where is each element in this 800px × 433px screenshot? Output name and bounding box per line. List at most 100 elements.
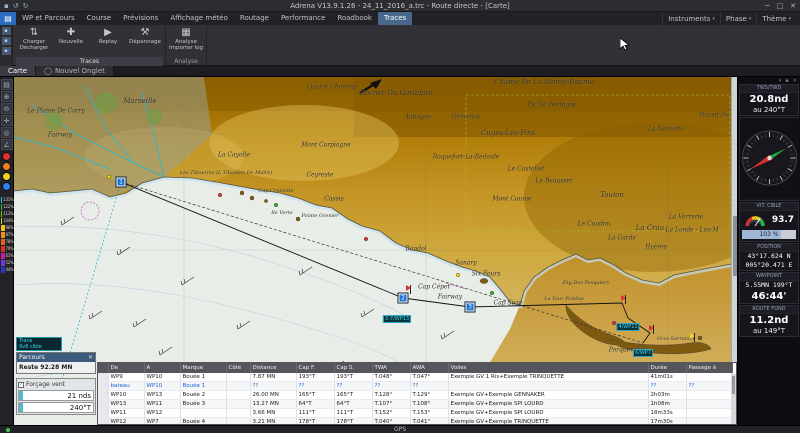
instrument-sidebar: ▾ ▪ ✕ TWS/TWD 20.8nd au 240°T	[737, 77, 800, 425]
table-cell: 111°T	[296, 409, 334, 418]
settings-icon[interactable]: ▪	[785, 78, 788, 84]
pan-tool[interactable]: ✛	[1, 115, 13, 126]
column-header-voiles[interactable]: Voiles	[448, 363, 648, 373]
zoom-in-tool[interactable]: ⊕	[1, 91, 13, 102]
app-menu-button[interactable]: ▤	[0, 12, 16, 25]
column-header-marque[interactable]: Marque	[180, 363, 226, 373]
menu-instruments[interactable]: Instruments▾	[662, 12, 720, 25]
ribbon-button-d-pannage[interactable]: ⚒Dépannage	[127, 26, 163, 46]
table-scrollbar-thumb[interactable]	[732, 376, 735, 394]
menu-tab-traces[interactable]: Traces	[378, 12, 412, 25]
redo-icon[interactable]: ↻	[23, 0, 29, 12]
compass-panel[interactable]	[739, 117, 799, 201]
menu-tab-affichage-m-t-o[interactable]: Affichage météo	[164, 12, 234, 25]
table-cell: T.128°	[372, 391, 410, 400]
route-fond-panel[interactable]: ROUTE FOND 11.2nd au 149°T	[739, 305, 799, 337]
column-header-awa[interactable]: AWA	[410, 363, 448, 373]
close-button[interactable]: ✕	[790, 2, 796, 10]
wind-speed-input[interactable]: 21 nds	[18, 390, 94, 401]
collapse-icon[interactable]: ✕	[793, 78, 797, 84]
column-header-twa[interactable]: TWA	[372, 363, 410, 373]
close-icon[interactable]: ✕	[88, 353, 93, 362]
quick-icon-2[interactable]: ▪	[2, 37, 11, 45]
chart-place-label: Cassis	[324, 196, 343, 203]
waypoint-marker-3[interactable]: 3	[466, 303, 475, 312]
chart-place-label: Pointe Grenier	[301, 213, 338, 219]
table-cell: WP7	[144, 418, 180, 426]
measure-tool[interactable]: ∠	[1, 139, 13, 150]
menu-tab-wp-et-parcours[interactable]: WP et Parcours	[16, 12, 81, 25]
quick-color-button-1[interactable]	[2, 162, 11, 171]
table-row[interactable]: bateauWP10Bouée 1??????????????	[98, 382, 732, 391]
chart-place-label: Ile Verte	[271, 210, 293, 216]
table-cell: 7.87 MN	[250, 373, 296, 382]
menu-tab-roadbook[interactable]: Roadbook	[331, 12, 378, 25]
tws-twd-panel[interactable]: TWS/TWD 20.8nd au 240°T	[739, 84, 799, 116]
center-boat-tool[interactable]: ◎	[1, 127, 13, 138]
column-header-passage[interactable]: Passage à	[686, 363, 732, 373]
waypoint-marker-1[interactable]: 1	[117, 178, 126, 187]
ribbon-button-replay[interactable]: ▶Replay	[90, 26, 126, 46]
column-header-cap-f[interactable]: Cap F.	[296, 363, 334, 373]
quick-color-button-2[interactable]	[2, 172, 11, 181]
menu-phase[interactable]: Phase▾	[720, 12, 756, 25]
menu-tab-pr-visions[interactable]: Prévisions	[117, 12, 164, 25]
chart-place-label: Quatre Chemins	[307, 84, 357, 91]
column-header-distance[interactable]: Distance	[250, 363, 296, 373]
target-speed-panel[interactable]: VIT. CIBLE 93.7 103 %	[739, 202, 799, 242]
save-icon[interactable]: ▪	[4, 0, 9, 12]
table-cell: WP13	[108, 400, 144, 409]
column-header-cap-s[interactable]: Cap S.	[334, 363, 372, 373]
zoom-out-tool[interactable]: ⊖	[1, 103, 13, 114]
table-row[interactable]: WP11WP123.66 MN111°T111°TT.152°T.153°Exe…	[98, 409, 732, 418]
replay-icon: ▶	[104, 27, 112, 39]
doc-tab-carte[interactable]: Carte	[0, 66, 36, 76]
waypoint-panel[interactable]: WAYPOINT 5.55MN 199°T 46:44'	[739, 272, 799, 304]
table-scrollbar[interactable]	[731, 374, 736, 424]
wind-direction-input[interactable]: 240°T	[18, 402, 94, 413]
quick-color-button-0[interactable]	[2, 152, 11, 161]
doc-tab-nouvel-onglet[interactable]: ◯Nouvel Onglet	[36, 66, 114, 76]
waypoint-marker-2[interactable]: 2	[399, 294, 408, 303]
pin-icon[interactable]: ▾	[779, 78, 782, 84]
ribbon-button-analyse-importer-log[interactable]: ▦Analyse Importer log	[168, 26, 204, 52]
row-selector[interactable]	[98, 409, 108, 418]
menu-tab-course[interactable]: Course	[81, 12, 117, 25]
minimize-button[interactable]: ─	[765, 2, 769, 10]
ribbon-button-charger-d-charger[interactable]: ⇅Charger Décharger	[16, 26, 52, 52]
table-cell: WP11	[144, 400, 180, 409]
ribbon-button-nouvelle[interactable]: ✚Nouvelle	[53, 26, 89, 46]
analyse-importer-log-icon: ▦	[181, 27, 190, 39]
table-row[interactable]: WP9WP10Bouée 17.87 MN193°T193°TT.048°T.0…	[98, 373, 732, 382]
menu-th-me[interactable]: Thème▾	[756, 12, 796, 25]
row-selector[interactable]	[98, 373, 108, 382]
wind-override-checkbox[interactable]: ✓	[18, 382, 24, 388]
quick-icon-1[interactable]: ▪	[2, 27, 11, 35]
column-header-de[interactable]: De	[108, 363, 144, 373]
table-row[interactable]: WP12WP7Bouée 43.21 MN178°T178°TT.040°T.0…	[98, 418, 732, 426]
row-selector[interactable]	[98, 382, 108, 391]
undo-icon[interactable]: ↺	[13, 0, 19, 12]
column-header-dur-e[interactable]: Durée	[648, 363, 686, 373]
wind-direction-value: 240°T	[23, 404, 93, 412]
row-selector[interactable]	[98, 400, 108, 409]
quick-color-button-3[interactable]	[2, 182, 11, 191]
row-selector[interactable]	[98, 391, 108, 400]
table-row[interactable]: WP13WP11Bouée 313.27 MN64°T64°TT.107°T.1…	[98, 400, 732, 409]
route-legs-table[interactable]: DeAMarqueCôtéDistanceCap F.Cap S.TWAAWAV…	[97, 362, 737, 425]
legend-item: 131%	[0, 196, 14, 203]
position-panel[interactable]: POSITION 43°17.624 N 005°20.471 E	[739, 243, 799, 271]
menu-tab-performance[interactable]: Performance	[275, 12, 331, 25]
layers-tool[interactable]: ▤	[1, 79, 13, 90]
trace-info-box[interactable]: Trace 9v8 cible	[16, 337, 62, 351]
table-row[interactable]: WP10WP13Bouée 226.00 MN165°T165°TT.128°T…	[98, 391, 732, 400]
menu-tab-routage[interactable]: Routage	[234, 12, 275, 25]
new-tab-icon: ◯	[44, 66, 52, 77]
chevron-down-icon: ▾	[749, 16, 752, 22]
legend-swatch	[1, 239, 5, 245]
quick-icon-3[interactable]: ▪	[2, 47, 11, 55]
row-selector[interactable]	[98, 418, 108, 426]
maximize-button[interactable]: □	[777, 2, 784, 10]
column-header-c-t[interactable]: Côté	[226, 363, 250, 373]
column-header-a[interactable]: A	[144, 363, 180, 373]
